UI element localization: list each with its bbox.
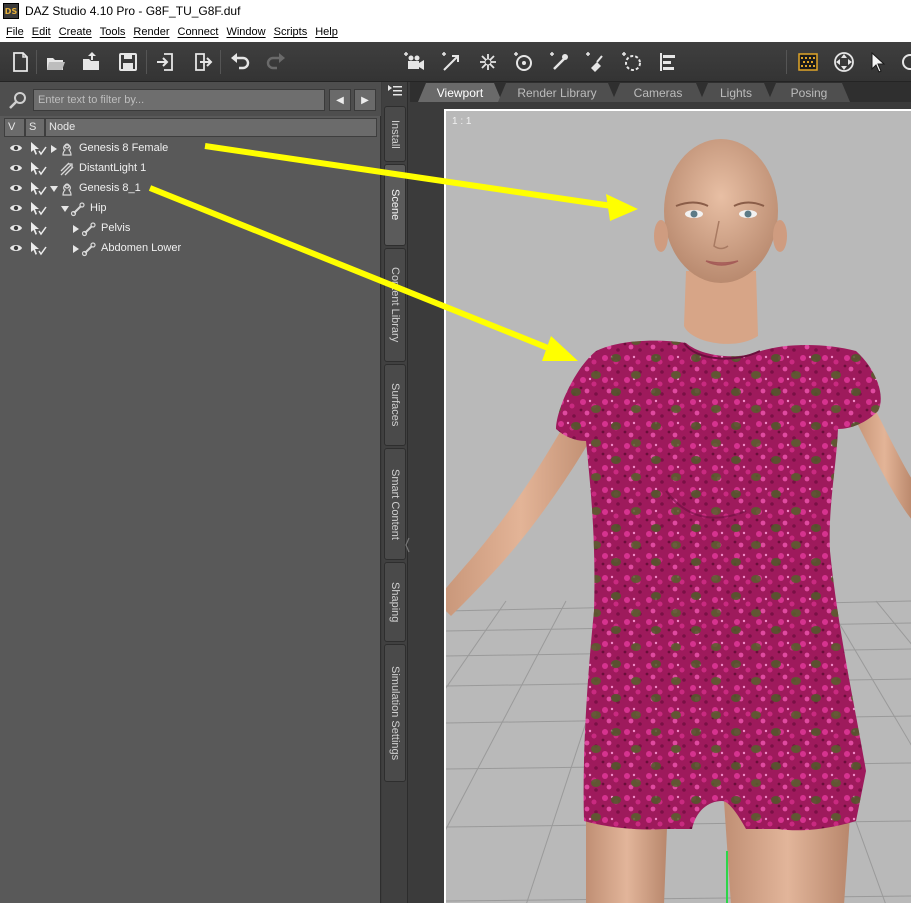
panel-menu-icon[interactable] bbox=[387, 84, 403, 98]
align-icon[interactable] bbox=[654, 48, 682, 76]
title-bar: DS DAZ Studio 4.10 Pro - G8F_TU_G8F.duf bbox=[0, 0, 911, 22]
joint-editor-icon[interactable] bbox=[546, 48, 574, 76]
tree-row[interactable]: DistantLight 1 bbox=[0, 159, 381, 179]
previous-button[interactable]: ◀ bbox=[329, 89, 351, 111]
tab-lights[interactable]: Lights bbox=[700, 83, 772, 102]
column-selectable[interactable]: S bbox=[25, 118, 45, 137]
redo-icon[interactable] bbox=[262, 48, 290, 76]
search-icon bbox=[9, 92, 26, 109]
node-label: Genesis 8_1 bbox=[79, 182, 141, 194]
surface-selection-icon[interactable] bbox=[582, 48, 610, 76]
bone-icon bbox=[81, 221, 97, 237]
viewport-scene bbox=[446, 139, 911, 903]
node-label: Hip bbox=[90, 202, 107, 214]
menu-edit[interactable]: Edit bbox=[28, 26, 55, 38]
figure-icon bbox=[59, 141, 75, 157]
undo-icon[interactable] bbox=[226, 48, 254, 76]
orbit-icon[interactable] bbox=[830, 48, 858, 76]
visibility-eye-icon[interactable] bbox=[9, 183, 23, 193]
window-title: DAZ Studio 4.10 Pro - G8F_TU_G8F.duf bbox=[25, 4, 241, 18]
bone-icon bbox=[70, 201, 86, 217]
selectable-cursor-icon[interactable] bbox=[29, 181, 47, 196]
distant-light-icon bbox=[59, 161, 75, 177]
node-label: Abdomen Lower bbox=[101, 242, 182, 254]
viewport-tab-bar: Viewport Render Library Cameras Lights P… bbox=[410, 82, 911, 102]
filter-input[interactable] bbox=[33, 89, 325, 111]
column-visible[interactable]: V bbox=[4, 118, 25, 137]
pointer-icon[interactable] bbox=[864, 48, 892, 76]
node-select-icon[interactable] bbox=[438, 48, 466, 76]
save-icon[interactable] bbox=[114, 48, 142, 76]
tab-shaping[interactable]: Shaping bbox=[384, 562, 406, 642]
universal-tool-icon[interactable] bbox=[474, 48, 502, 76]
tab-render-library[interactable]: Render Library bbox=[498, 83, 616, 102]
pan-icon[interactable] bbox=[896, 48, 911, 76]
bone-icon bbox=[81, 241, 97, 257]
node-label: Genesis 8 Female bbox=[79, 142, 169, 154]
tab-smart-content[interactable]: Smart Content bbox=[384, 448, 406, 560]
menu-help[interactable]: Help bbox=[311, 26, 342, 38]
figure-icon bbox=[59, 181, 75, 197]
scene-panel: ◀ ▶ V S Node Genesis 8 Female DistantLigh… bbox=[0, 82, 381, 903]
tree-row[interactable]: Abdomen Lower bbox=[0, 239, 381, 259]
tab-cameras[interactable]: Cameras bbox=[612, 83, 704, 102]
menu-scripts[interactable]: Scripts bbox=[270, 26, 312, 38]
visibility-eye-icon[interactable] bbox=[9, 163, 23, 173]
daz-logo-icon: DS bbox=[3, 3, 19, 19]
import-icon[interactable] bbox=[152, 48, 180, 76]
tree-row[interactable]: Genesis 8 Female bbox=[0, 139, 381, 159]
aspect-ratio-label: 1 : 1 bbox=[452, 116, 472, 127]
tab-viewport[interactable]: Viewport bbox=[418, 83, 502, 102]
menu-file[interactable]: File bbox=[2, 26, 28, 38]
selectable-cursor-icon[interactable] bbox=[29, 201, 47, 216]
node-label: Pelvis bbox=[101, 222, 131, 234]
column-node[interactable]: Node bbox=[45, 118, 377, 137]
daz-studio-window: DS DAZ Studio 4.10 Pro - G8F_TU_G8F.duf … bbox=[0, 0, 911, 903]
menu-window[interactable]: Window bbox=[222, 26, 269, 38]
render-icon[interactable] bbox=[794, 48, 822, 76]
menu-connect[interactable]: Connect bbox=[174, 26, 223, 38]
next-button[interactable]: ▶ bbox=[354, 89, 376, 111]
tab-simulation-settings[interactable]: Simulation Settings bbox=[384, 644, 406, 782]
tab-content-library[interactable]: Content Library bbox=[384, 248, 406, 362]
tab-install[interactable]: Install bbox=[384, 106, 406, 162]
visibility-eye-icon[interactable] bbox=[9, 203, 23, 213]
visibility-eye-icon[interactable] bbox=[9, 243, 23, 253]
menu-tools[interactable]: Tools bbox=[96, 26, 130, 38]
camera-cube-icon[interactable] bbox=[400, 48, 428, 76]
3d-viewport[interactable]: 1 : 1 bbox=[444, 109, 911, 903]
selectable-cursor-icon[interactable] bbox=[29, 241, 47, 256]
tab-scene[interactable]: Scene bbox=[384, 164, 406, 246]
expand-arrow-down-icon[interactable] bbox=[50, 184, 58, 192]
selectable-cursor-icon[interactable] bbox=[29, 161, 47, 176]
geometry-editor-icon[interactable] bbox=[618, 48, 646, 76]
rotate-tool-icon[interactable] bbox=[510, 48, 538, 76]
visibility-eye-icon[interactable] bbox=[9, 143, 23, 153]
expand-arrow-down-icon[interactable] bbox=[61, 204, 69, 212]
menu-create[interactable]: Create bbox=[55, 26, 96, 38]
selectable-cursor-icon[interactable] bbox=[29, 141, 47, 156]
tab-surfaces[interactable]: Surfaces bbox=[384, 364, 406, 446]
main-toolbar bbox=[0, 42, 911, 82]
merge-open-icon[interactable] bbox=[78, 48, 106, 76]
expand-arrow-right-icon[interactable] bbox=[72, 244, 80, 253]
tree-row[interactable]: Pelvis bbox=[0, 219, 381, 239]
menu-bar: File Edit Create Tools Render Connect Wi… bbox=[0, 22, 911, 42]
open-file-icon[interactable] bbox=[42, 48, 70, 76]
visibility-eye-icon[interactable] bbox=[9, 223, 23, 233]
tree-row[interactable]: Genesis 8_1 bbox=[0, 179, 381, 199]
tab-posing[interactable]: Posing bbox=[768, 83, 850, 102]
new-file-icon[interactable] bbox=[6, 48, 34, 76]
filter-row: ◀ ▶ bbox=[0, 82, 381, 116]
node-label: DistantLight 1 bbox=[79, 162, 147, 174]
menu-render[interactable]: Render bbox=[129, 26, 173, 38]
selectable-cursor-icon[interactable] bbox=[29, 221, 47, 236]
export-icon[interactable] bbox=[188, 48, 216, 76]
expand-arrow-right-icon[interactable] bbox=[72, 224, 80, 233]
expand-arrow-right-icon[interactable] bbox=[50, 144, 58, 153]
tree-header: V S Node bbox=[4, 118, 377, 137]
tree-row[interactable]: Hip bbox=[0, 199, 381, 219]
side-tab-bar: Install Scene Content Library Surfaces S… bbox=[382, 82, 408, 903]
